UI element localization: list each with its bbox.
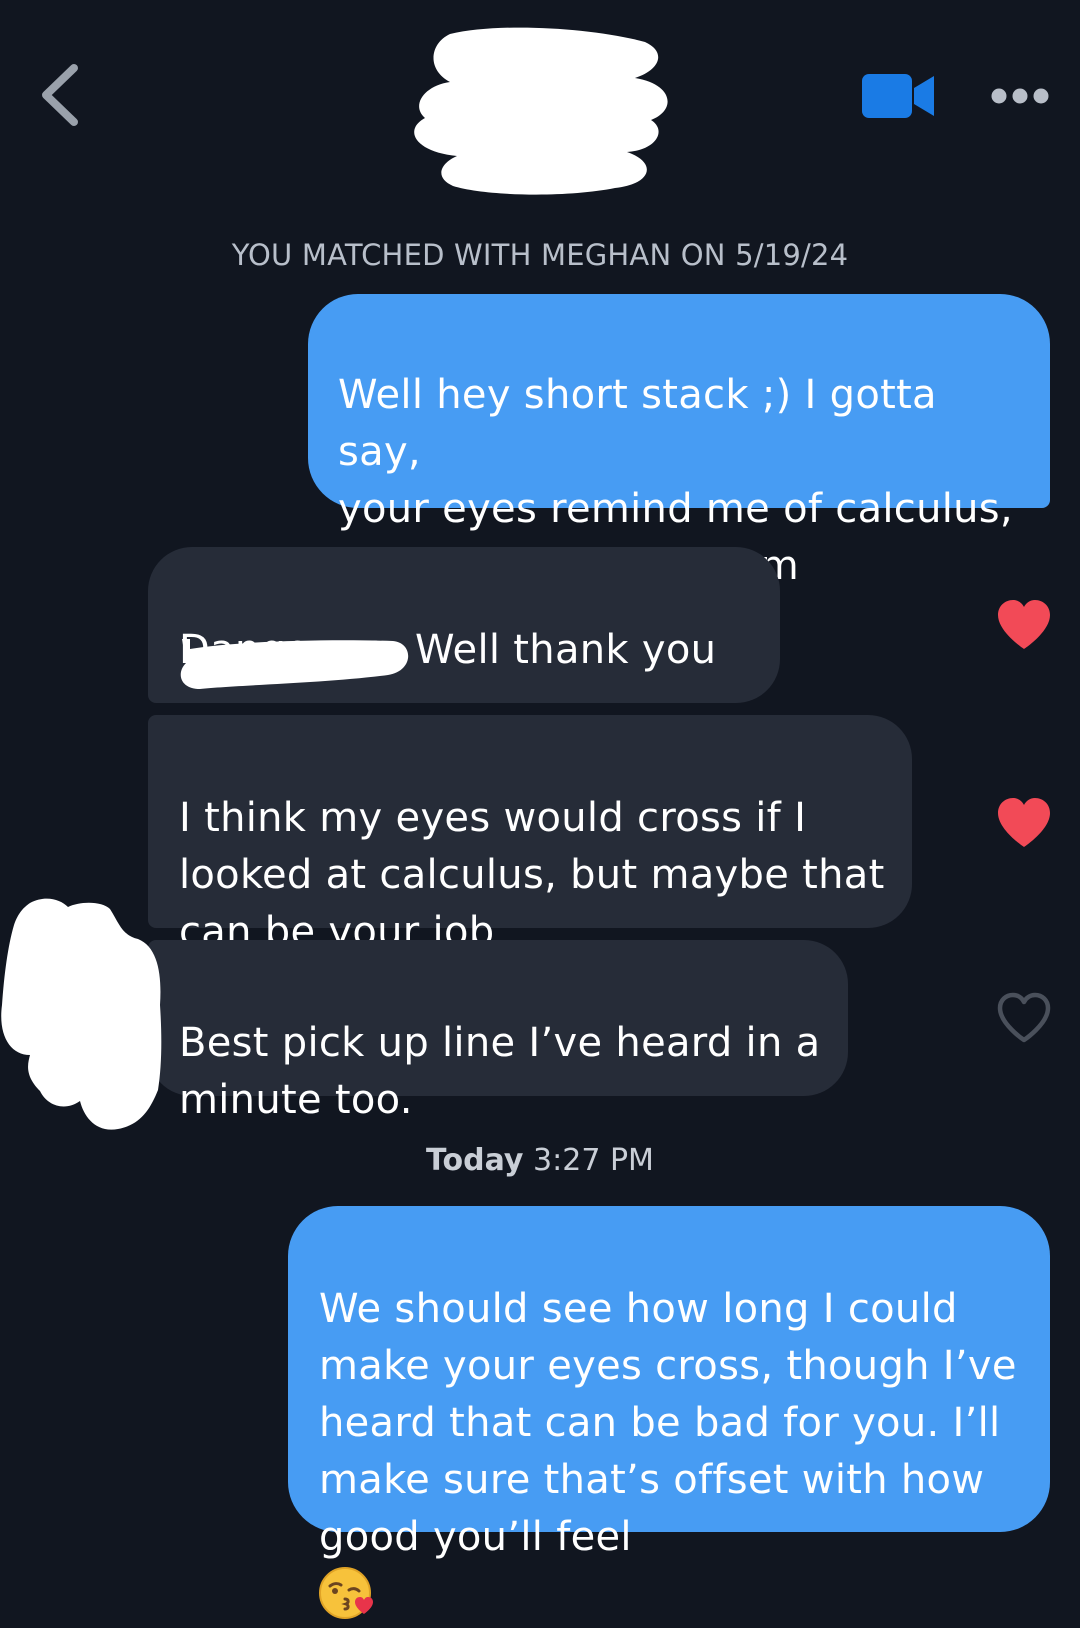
message-text: We should see how long I could make your… [319,1286,1017,1560]
more-dots-icon [991,88,1049,104]
back-button[interactable] [30,58,100,132]
message-timestamp: Today 3:27 PM [0,1143,1080,1178]
heart-filled-icon [998,600,1050,649]
heart-like-button[interactable] [994,990,1054,1046]
outgoing-message-bubble[interactable]: We should see how long I could make your… [288,1206,1050,1619]
more-options-button[interactable] [985,78,1055,114]
message-text: Best pick up line I’ve heard in a minute… [179,1020,821,1123]
message-text: I think my eyes would cross if I looked … [179,795,885,955]
match-date-note: YOU MATCHED WITH MEGHAN ON 5/19/24 [231,238,849,272]
video-camera-icon [862,74,934,118]
outgoing-message-bubble[interactable]: Well hey short stack ;) I gotta say, you… [308,294,1050,589]
timestamp-day: Today [426,1143,524,1178]
incoming-message-bubble[interactable]: Best pick up line I’ve heard in a minute… [148,940,848,1123]
chevron-left-icon [42,64,78,126]
timestamp-time: 3:27 PM [533,1143,654,1178]
video-call-button[interactable] [858,70,940,122]
redacted-name-scribble [178,633,414,691]
heart-like-button[interactable] [994,795,1054,851]
face-blowing-kiss-emoji [319,1567,373,1619]
heart-like-button[interactable] [994,597,1054,653]
incoming-message-bubble[interactable]: I think my eyes would cross if I looked … [148,715,912,1014]
redacted-profile-name [405,22,680,200]
redacted-avatar [0,895,165,1135]
heart-filled-icon [998,798,1050,847]
heart-outline-icon [997,992,1051,1043]
